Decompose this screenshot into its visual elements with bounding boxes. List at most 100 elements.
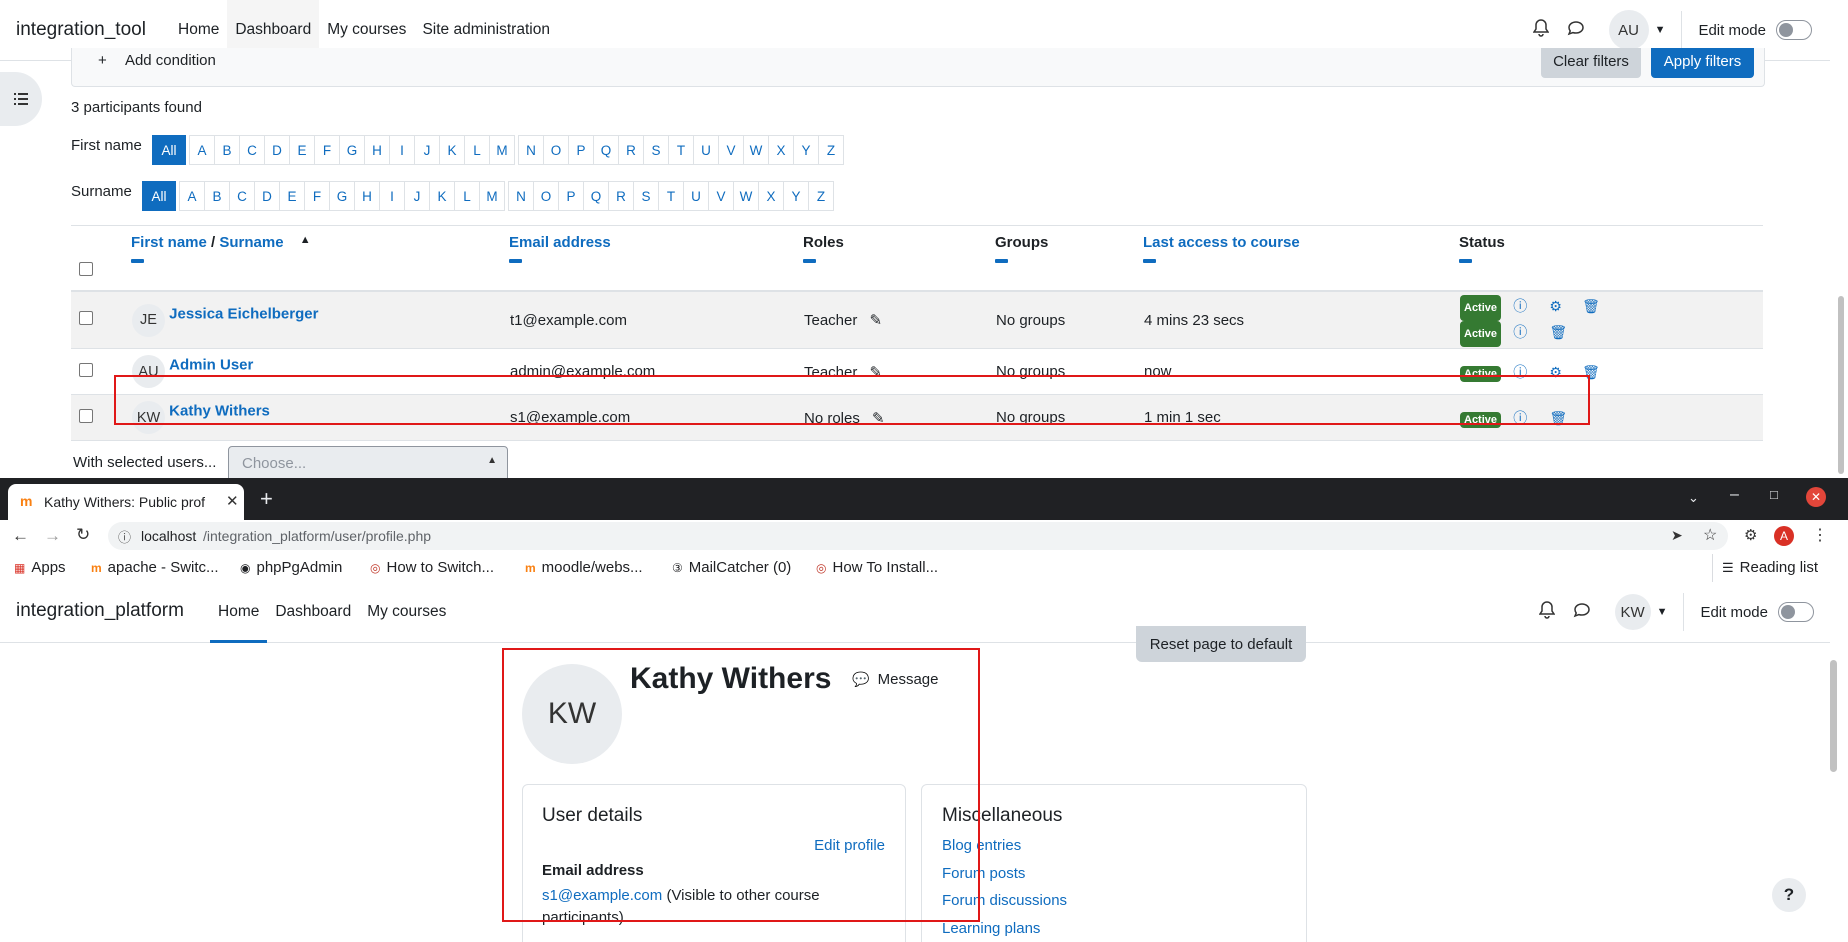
surname-letter-k[interactable]: K <box>429 181 455 211</box>
chevron-down-icon[interactable]: ▼ <box>1655 24 1666 36</box>
firstname-letter-h[interactable]: H <box>364 135 390 165</box>
bookmark-item[interactable]: ◎ How to Switch... <box>370 559 494 576</box>
firstname-letter-k[interactable]: K <box>439 135 465 165</box>
extensions-icon[interactable]: ⚙ <box>1744 526 1757 544</box>
info-icon[interactable]: ⓘ <box>1513 321 1527 343</box>
bookmark-item[interactable]: ③ MailCatcher (0) <box>672 559 791 576</box>
edit-mode-toggle[interactable] <box>1776 20 1812 40</box>
surname-letter-w[interactable]: W <box>733 181 759 211</box>
messages-icon[interactable] <box>1573 602 1591 622</box>
back-icon[interactable]: ← <box>12 526 29 546</box>
surname-letter-b[interactable]: B <box>204 181 230 211</box>
firstname-letter-r[interactable]: R <box>618 135 644 165</box>
surname-letter-t[interactable]: T <box>658 181 684 211</box>
collapse-column-icon[interactable] <box>1143 259 1156 263</box>
firstname-letter-x[interactable]: X <box>768 135 794 165</box>
firstname-letter-w[interactable]: W <box>743 135 769 165</box>
collapse-column-icon[interactable] <box>509 259 522 263</box>
firstname-letter-i[interactable]: I <box>389 135 415 165</box>
row-checkbox[interactable] <box>79 362 93 377</box>
messages-icon[interactable] <box>1567 20 1585 40</box>
bookmark-star-icon[interactable]: ☆ <box>1703 525 1717 545</box>
surname-all-button[interactable]: All <box>142 181 176 211</box>
surname-letter-y[interactable]: Y <box>783 181 809 211</box>
course-index-drawer-button[interactable] <box>0 72 42 126</box>
surname-letter-e[interactable]: E <box>279 181 305 211</box>
reset-page-button[interactable]: Reset page to default <box>1136 626 1306 662</box>
chevron-down-icon[interactable]: ▼ <box>1657 606 1668 618</box>
firstname-letter-b[interactable]: B <box>214 135 240 165</box>
firstname-letter-n[interactable]: N <box>518 135 544 165</box>
minimize-icon[interactable]: – <box>1730 486 1739 504</box>
firstname-letter-q[interactable]: Q <box>593 135 619 165</box>
clear-filters-button[interactable]: Clear filters <box>1541 48 1641 78</box>
firstname-letter-e[interactable]: E <box>289 135 315 165</box>
firstname-letter-d[interactable]: D <box>264 135 290 165</box>
user-name-link[interactable]: Jessica Eichelberger <box>169 305 318 322</box>
learning-plans-link[interactable]: Learning plans <box>942 920 1040 937</box>
firstname-letter-s[interactable]: S <box>643 135 669 165</box>
surname-letter-l[interactable]: L <box>454 181 480 211</box>
surname-letter-f[interactable]: F <box>304 181 330 211</box>
gear-icon[interactable]: ⚙ <box>1549 295 1562 317</box>
pencil-icon[interactable]: ✎ <box>870 312 883 329</box>
trash-icon[interactable]: 🗑 <box>1549 321 1567 343</box>
firstname-letter-f[interactable]: F <box>314 135 340 165</box>
surname-letter-p[interactable]: P <box>558 181 584 211</box>
surname-letter-j[interactable]: J <box>404 181 430 211</box>
forward-icon[interactable]: → <box>44 526 61 546</box>
collapse-column-icon[interactable] <box>803 259 816 263</box>
user-avatar[interactable]: KW <box>1614 594 1651 630</box>
apply-filters-button[interactable]: Apply filters <box>1651 48 1754 78</box>
new-tab-icon[interactable]: + <box>260 486 273 512</box>
site-info-icon[interactable]: ⓘ <box>118 527 131 546</box>
page-scrollbar[interactable] <box>1838 296 1844 474</box>
nav-my-courses[interactable]: My courses <box>359 582 454 642</box>
browser-tab[interactable]: m Kathy Withers: Public prof ✕ <box>8 484 244 520</box>
bulk-action-select[interactable]: Choose... ▲ <box>228 446 508 482</box>
add-condition-button[interactable]: + Add condition <box>98 52 216 69</box>
reading-list-button[interactable]: ☰ Reading list <box>1722 559 1818 576</box>
row-checkbox[interactable] <box>79 408 93 423</box>
site-brand[interactable]: integration_platform <box>16 600 184 622</box>
firstname-letter-c[interactable]: C <box>239 135 265 165</box>
reload-icon[interactable]: ↻ <box>76 525 90 545</box>
help-button[interactable]: ? <box>1772 878 1806 912</box>
firstname-letter-g[interactable]: G <box>339 135 365 165</box>
firstname-letter-v[interactable]: V <box>718 135 744 165</box>
bookmark-item[interactable]: m moodle/webs... <box>525 559 643 576</box>
nav-home[interactable]: Home <box>210 582 268 643</box>
sort-email-link[interactable]: Email address <box>509 234 611 251</box>
surname-letter-u[interactable]: U <box>683 181 709 211</box>
nav-dashboard[interactable]: Dashboard <box>267 582 359 642</box>
firstname-letter-p[interactable]: P <box>568 135 594 165</box>
firstname-letter-m[interactable]: M <box>489 135 515 165</box>
firstname-letter-a[interactable]: A <box>189 135 215 165</box>
user-avatar[interactable]: AU <box>1608 10 1649 50</box>
collapse-column-icon[interactable] <box>131 259 144 263</box>
surname-letter-c[interactable]: C <box>229 181 255 211</box>
firstname-letter-j[interactable]: J <box>414 135 440 165</box>
address-bar[interactable]: ⓘ localhost /integration_platform/user/p… <box>108 522 1728 550</box>
sort-last-access-link[interactable]: Last access to course <box>1143 234 1300 251</box>
firstname-letter-z[interactable]: Z <box>818 135 844 165</box>
firstname-letter-t[interactable]: T <box>668 135 694 165</box>
firstname-letter-l[interactable]: L <box>464 135 490 165</box>
surname-letter-g[interactable]: G <box>329 181 355 211</box>
surname-letter-m[interactable]: M <box>479 181 505 211</box>
surname-letter-r[interactable]: R <box>608 181 634 211</box>
surname-letter-h[interactable]: H <box>354 181 380 211</box>
firstname-letter-y[interactable]: Y <box>793 135 819 165</box>
collapse-column-icon[interactable] <box>1459 259 1472 263</box>
sort-first-name-link[interactable]: First name <box>131 234 207 251</box>
firstname-all-button[interactable]: All <box>152 135 186 165</box>
send-icon[interactable]: ➤ <box>1671 527 1683 544</box>
info-icon[interactable]: ⓘ <box>1513 295 1527 317</box>
bookmark-apps[interactable]: ▦ Apps <box>14 559 66 576</box>
surname-letter-z[interactable]: Z <box>808 181 834 211</box>
edit-mode-toggle[interactable] <box>1778 602 1814 622</box>
surname-letter-v[interactable]: V <box>708 181 734 211</box>
trash-icon[interactable]: 🗑 <box>1582 295 1600 317</box>
bookmark-item[interactable]: m apache - Switc... <box>91 559 219 576</box>
surname-letter-x[interactable]: X <box>758 181 784 211</box>
